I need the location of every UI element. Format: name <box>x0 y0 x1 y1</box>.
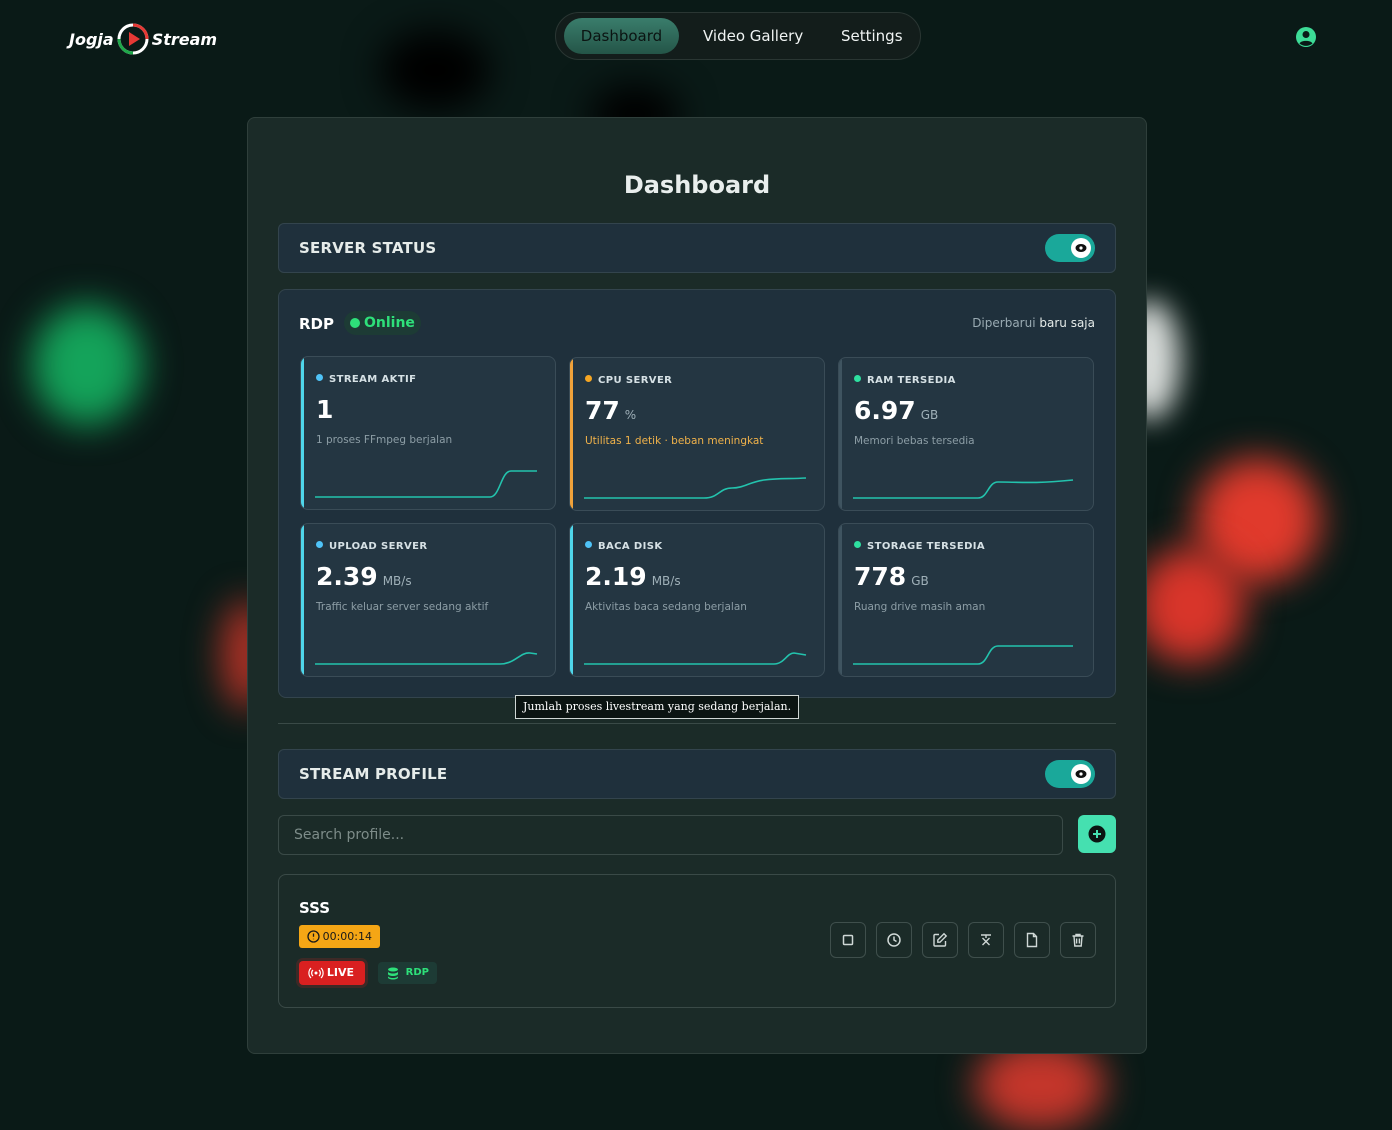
status-dot-icon <box>316 541 323 548</box>
metric-card: STREAM AKTIF 1 1 proses FFmpeg berjalan <box>300 356 556 510</box>
dashboard-card: Dashboard SERVER STATUS RDP Online Diper… <box>247 117 1147 1054</box>
status-dot-icon <box>854 375 861 382</box>
divider <box>278 723 1116 724</box>
nav-settings[interactable]: Settings <box>841 18 903 54</box>
server-status-bar: SERVER STATUS <box>278 223 1116 273</box>
metric-description: Utilitas 1 detik · beban meningkat <box>585 435 764 447</box>
background-blob <box>1135 548 1245 663</box>
profile-card: SSS 00:00:14 LIVE RDP <box>278 874 1116 1008</box>
status-dot-icon <box>854 541 861 548</box>
metric-unit: GB <box>911 574 929 588</box>
stream-profile-bar: STREAM PROFILE <box>278 749 1116 799</box>
metric-description: Traffic keluar server sedang aktif <box>316 601 489 613</box>
rdp-tag: RDP <box>378 962 437 984</box>
status-dot-icon <box>316 374 323 381</box>
status-dot-icon <box>585 375 592 382</box>
schedule-icon <box>887 933 901 947</box>
edit-icon <box>933 932 948 947</box>
metric-card: RAM TERSEDIA 6.97 GB Memori bebas tersedia <box>838 357 1094 511</box>
metric-description: Memori bebas tersedia <box>854 435 975 447</box>
metric-card: STORAGE TERSEDIA 778 GB Ruang drive masih a… <box>838 523 1094 677</box>
metric-value: 1 <box>316 395 334 424</box>
metric-value: 6.97 GB <box>854 396 939 425</box>
status-dot-icon <box>350 318 360 328</box>
metric-value: 2.39 MB/s <box>316 562 412 591</box>
nav-video-gallery[interactable]: Video Gallery <box>703 18 803 54</box>
eye-icon <box>1071 238 1091 258</box>
metric-unit: GB <box>920 408 939 422</box>
search-input[interactable] <box>278 815 1063 855</box>
brand-name-part1: Jogja <box>69 29 114 49</box>
metric-value: 77% <box>585 396 637 425</box>
rdp-title: RDP <box>299 315 334 333</box>
stop-icon <box>842 934 854 946</box>
metric-label: RAM TERSEDIA <box>854 375 956 386</box>
server-status-toggle[interactable] <box>1045 234 1095 262</box>
live-label: LIVE <box>326 966 354 979</box>
eye-icon <box>1071 764 1091 784</box>
last-updated-label: Diperbarui <box>972 316 1036 330</box>
metric-card: CPU SERVER 77% Utilitas 1 detik · beban me… <box>569 357 825 511</box>
metric-value: 778 GB <box>854 562 929 591</box>
metric-label: CPU SERVER <box>585 375 672 386</box>
metric-unit: % <box>624 408 637 422</box>
trash-icon <box>1072 933 1084 947</box>
sparkline <box>853 479 1074 499</box>
metric-description: 1 proses FFmpeg berjalan <box>316 434 453 446</box>
add-icon <box>1088 825 1106 843</box>
profile-name: SSS <box>299 899 331 917</box>
add-profile-button[interactable] <box>1078 815 1116 853</box>
metric-value: 2.19 MB/s <box>585 562 681 591</box>
live-button[interactable]: LIVE <box>299 961 365 985</box>
timer-value: 00:00:14 <box>322 930 372 943</box>
timer-badge: 00:00:14 <box>299 925 380 948</box>
file-icon <box>1026 932 1038 948</box>
stop-button[interactable] <box>830 922 866 958</box>
clock-icon <box>307 930 320 943</box>
status-badge: Online <box>344 311 421 335</box>
transform-icon <box>981 934 991 946</box>
stream-profile-toggle[interactable] <box>1045 760 1095 788</box>
rdp-panel: RDP Online Diperbarui baru saja STREAM A… <box>278 289 1116 719</box>
stream-profile-label: STREAM PROFILE <box>299 765 448 783</box>
metric-description: Ruang drive masih aman <box>854 601 986 613</box>
metric-label: UPLOAD SERVER <box>316 541 427 552</box>
file-button[interactable] <box>1014 922 1050 958</box>
main-nav: Dashboard Video Gallery Settings <box>555 12 921 60</box>
transform-button[interactable] <box>968 922 1004 958</box>
database-icon <box>388 967 398 980</box>
sparkline <box>584 477 807 499</box>
broadcast-icon <box>308 967 324 979</box>
metric-description: Aktivitas baca sedang berjalan <box>585 601 747 613</box>
metric-card: BACA DISK 2.19 MB/s Aktivitas baca sedang b… <box>569 523 825 677</box>
last-updated-value: baru saja <box>1039 316 1095 330</box>
metric-label: STORAGE TERSEDIA <box>854 541 985 552</box>
page-title: Dashboard <box>623 171 771 199</box>
sparkline <box>853 645 1073 665</box>
edit-button[interactable] <box>922 922 958 958</box>
nav-dashboard[interactable]: Dashboard <box>564 18 679 54</box>
metric-label: STREAM AKTIF <box>316 374 416 385</box>
metric-unit: MB/s <box>651 574 681 588</box>
user-account-icon[interactable] <box>1294 25 1318 49</box>
sparkline <box>584 652 807 665</box>
metric-label: BACA DISK <box>585 541 663 552</box>
background-blob <box>380 30 490 110</box>
delete-button[interactable] <box>1060 922 1096 958</box>
server-status-label: SERVER STATUS <box>299 239 437 257</box>
tooltip: Jumlah proses livestream yang sedang ber… <box>515 695 800 719</box>
status-text: Online <box>364 315 415 331</box>
metric-card: UPLOAD SERVER 2.39 MB/s Traffic keluar serv… <box>300 523 556 677</box>
last-updated: Diperbarui baru saja <box>972 316 1095 330</box>
rdp-tag-label: RDP <box>405 967 429 978</box>
brand-name-part2: Stream <box>151 29 218 49</box>
background-blob <box>32 305 142 425</box>
play-logo-icon <box>117 23 149 55</box>
metric-unit: MB/s <box>382 574 412 588</box>
brand-logo[interactable]: Jogja Stream <box>69 22 217 56</box>
status-dot-icon <box>585 541 592 548</box>
sparkline <box>315 470 537 498</box>
sparkline <box>315 652 538 665</box>
schedule-button[interactable] <box>876 922 912 958</box>
